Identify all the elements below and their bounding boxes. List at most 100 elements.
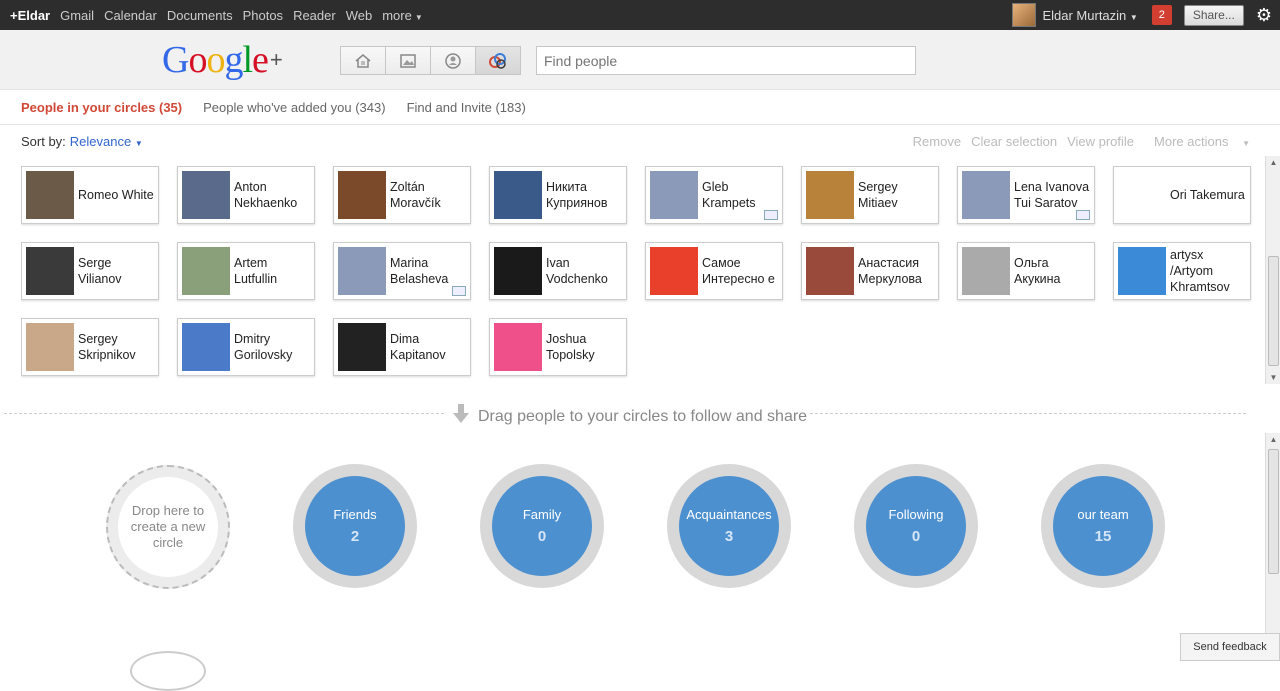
person-avatar [182,247,230,295]
person-card[interactable]: Anton Nekhaenko [177,166,315,224]
photos-icon[interactable] [385,46,431,75]
mail-icon [764,210,778,220]
person-card[interactable]: Lena Ivanova Tui Saratov [957,166,1095,224]
new-circle-label: Drop here to create a new circle [118,477,218,577]
person-card[interactable]: Joshua Topolsky [489,318,627,376]
find-people-input[interactable] [536,46,916,75]
people-scrollbar[interactable]: ▲ ▼ [1265,156,1280,384]
scroll-up-icon[interactable]: ▲ [1266,435,1280,444]
person-card[interactable]: Sergey Skripnikov [21,318,159,376]
circle-acquaintances[interactable]: Acquaintances 3 [667,464,791,588]
share-button[interactable]: Share... [1184,5,1244,26]
person-avatar [494,323,542,371]
circle-friends[interactable]: Friends2 [293,464,417,588]
person-avatar [494,171,542,219]
circle-count: 0 [912,528,920,545]
nav-link-web[interactable]: Web [346,8,373,23]
nav-link-eldar[interactable]: +Eldar [10,8,50,23]
person-name: Serge Vilianov [78,243,154,299]
scroll-down-icon[interactable]: ▼ [1266,373,1280,382]
person-avatar [650,247,698,295]
circles-icon[interactable] [475,46,521,75]
scroll-thumb[interactable] [1268,256,1279,366]
avatar[interactable] [1012,3,1036,27]
scroll-thumb[interactable] [1268,449,1279,574]
notifications-badge[interactable]: 2 [1152,5,1172,25]
circle-inner: our team15 [1053,476,1153,576]
person-name: Sergey Skripnikov [78,319,154,375]
clear-selection-action[interactable]: Clear selection [971,134,1057,149]
person-avatar [26,323,74,371]
person-name: Sergey Mitiaev [858,167,934,223]
more-actions-dropdown[interactable]: More actions ▼ [1144,134,1250,149]
circle-tabs: People in your circles (35) People who'v… [0,91,1280,125]
person-avatar [962,171,1010,219]
circle-name: Family [523,507,561,522]
person-card[interactable]: Анастасия Меркулова [801,242,939,300]
person-avatar [338,171,386,219]
person-card[interactable]: Sergey Mitiaev [801,166,939,224]
tab-people-added-you[interactable]: People who've added you (343) [203,100,385,115]
top-bar: +Eldar Gmail Calendar Documents Photos Reader… [0,0,1280,30]
person-card[interactable]: Ori Takemura [1113,166,1251,224]
person-card[interactable]: Никита Куприянов [489,166,627,224]
circle-count: 3 [725,528,733,545]
person-card[interactable]: Ivan Vodchenko [489,242,627,300]
person-name: Самое Интересно е [702,243,778,299]
sort-control: Sort by: Relevance ▼ [21,134,143,149]
nav-link-reader[interactable]: Reader [293,8,336,23]
new-circle-drop-zone[interactable]: Drop here to create a new circle [106,465,230,589]
profile-icon[interactable] [430,46,476,75]
person-avatar [1118,171,1166,219]
person-card[interactable]: Serge Vilianov [21,242,159,300]
circle-inner: Friends2 [305,476,405,576]
person-avatar [1118,247,1166,295]
nav-link-documents[interactable]: Documents [167,8,233,23]
remove-action[interactable]: Remove [913,134,961,149]
person-card[interactable]: Dmitry Gorilovsky [177,318,315,376]
circle-inner: Following0 [866,476,966,576]
person-name: Анастасия Меркулова [858,243,934,299]
user-name[interactable]: Eldar Murtazin ▼ [1042,8,1137,23]
gear-icon[interactable]: ⚙ [1256,5,1272,26]
person-card[interactable]: Dima Kapitanov [333,318,471,376]
person-avatar [26,171,74,219]
person-card[interactable]: Artem Lutfullin [177,242,315,300]
circles-scrollbar[interactable]: ▲ [1265,433,1280,661]
person-card[interactable]: Gleb Krampets [645,166,783,224]
send-feedback-button[interactable]: Send feedback [1180,633,1280,661]
person-name: Artem Lutfullin [234,243,310,299]
circle-our-team[interactable]: our team15 [1041,464,1165,588]
google-plus-logo[interactable]: Google+ [162,40,282,80]
person-avatar [806,171,854,219]
tab-people-in-circles[interactable]: People in your circles (35) [21,100,182,115]
nav-link-calendar[interactable]: Calendar [104,8,157,23]
circle-following[interactable]: Following0 [854,464,978,588]
person-card[interactable]: artysx /Artyom Khramtsov [1113,242,1251,300]
person-card[interactable]: Romeo White [21,166,159,224]
sort-dropdown[interactable]: Relevance ▼ [70,134,143,149]
nav-link-gmail[interactable]: Gmail [60,8,94,23]
tab-find-and-invite[interactable]: Find and Invite (183) [407,100,526,115]
circle-count: 0 [538,528,546,545]
scroll-up-icon[interactable]: ▲ [1266,158,1280,167]
person-name: Ori Takemura [1170,167,1246,223]
person-name: Dmitry Gorilovsky [234,319,310,375]
person-card[interactable]: Zoltán Moravčík [333,166,471,224]
person-card[interactable]: Самое Интересно е [645,242,783,300]
person-avatar [338,247,386,295]
person-avatar [650,171,698,219]
home-icon[interactable] [340,46,386,75]
view-profile-action[interactable]: View profile [1067,134,1134,149]
circle-family[interactable]: Family 0 [480,464,604,588]
nav-link-more[interactable]: more▼ [382,8,423,23]
sort-label: Sort by: [21,134,66,149]
circle-name: our team [1077,507,1128,522]
person-card[interactable]: Marina Belasheva [333,242,471,300]
divider [810,413,1246,414]
circle-name: Acquaintances [686,507,771,522]
people-grid: Romeo White Anton Nekhaenko Zoltán Moravčí… [21,166,1255,380]
nav-link-photos[interactable]: Photos [243,8,283,23]
person-card[interactable]: Ольга Акукина [957,242,1095,300]
divider [4,413,444,414]
